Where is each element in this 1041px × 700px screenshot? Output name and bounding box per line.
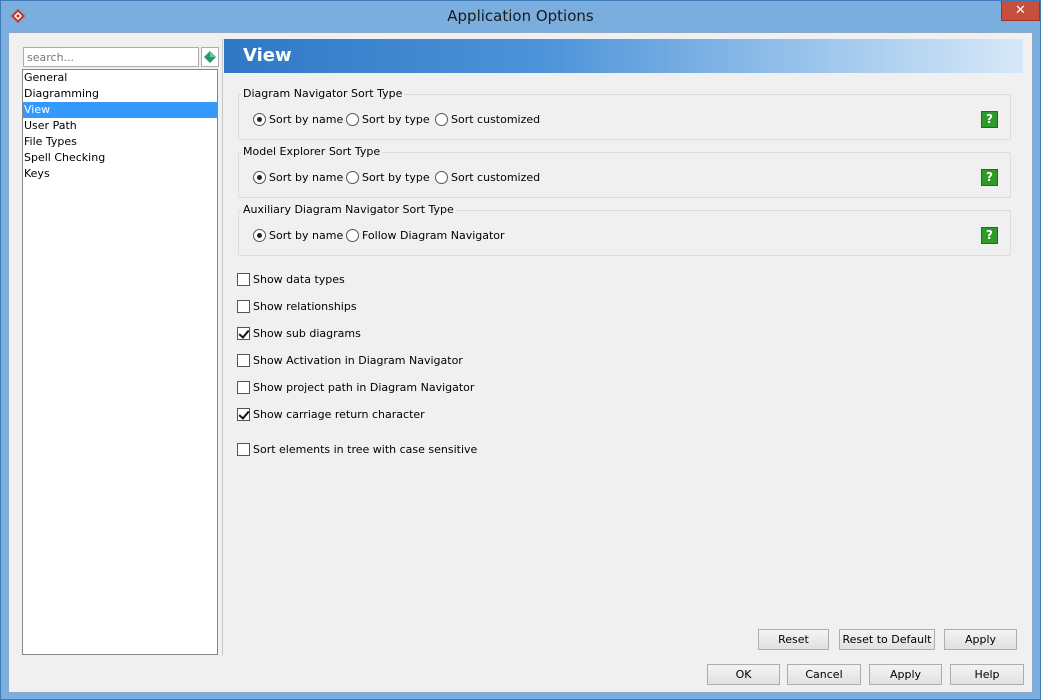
- radio-dot[interactable]: [435, 171, 448, 184]
- help-icon[interactable]: ?: [981, 169, 998, 186]
- radio-dot[interactable]: [253, 113, 266, 126]
- nav-item-keys[interactable]: Keys: [23, 166, 217, 182]
- help-icon[interactable]: ?: [981, 227, 998, 244]
- radio-follow-diagram-navigator[interactable]: Follow Diagram Navigator: [346, 229, 505, 243]
- checkbox-box[interactable]: [237, 408, 250, 421]
- radio-dot[interactable]: [346, 229, 359, 242]
- diamond-search-icon: [204, 51, 216, 63]
- radio-dot[interactable]: [346, 171, 359, 184]
- apply-button[interactable]: Apply: [869, 664, 942, 685]
- application-options-window: Application Options ✕ General Diagrammin…: [0, 0, 1041, 700]
- dialog-body: General Diagramming View User Path File …: [8, 32, 1033, 693]
- radio-label: Follow Diagram Navigator: [362, 229, 505, 242]
- panel-title: View: [243, 45, 292, 66]
- radio-label: Sort by name: [269, 229, 344, 242]
- radio-label: Sort by name: [269, 113, 344, 126]
- checkbox-box[interactable]: [237, 273, 250, 286]
- title-bar[interactable]: Application Options ✕: [1, 1, 1040, 32]
- radio-sort-customized[interactable]: Sort customized: [435, 113, 540, 127]
- nav-item-general[interactable]: General: [23, 70, 217, 86]
- help-icon[interactable]: ?: [981, 111, 998, 128]
- window-title: Application Options: [447, 7, 594, 25]
- panel-header: View: [224, 39, 1023, 73]
- nav-item-view[interactable]: View: [23, 102, 217, 118]
- ok-button[interactable]: OK: [707, 664, 780, 685]
- checkbox-label: Show carriage return character: [253, 408, 425, 421]
- checkbox-show-sub-diagrams[interactable]: Show sub diagrams: [237, 327, 361, 341]
- checkbox-show-project-path[interactable]: Show project path in Diagram Navigator: [237, 381, 474, 395]
- radio-label: Sort customized: [451, 171, 541, 184]
- checkbox-show-activation[interactable]: Show Activation in Diagram Navigator: [237, 354, 463, 368]
- radio-label: Sort by type: [362, 171, 430, 184]
- radio-label: Sort by type: [362, 113, 430, 126]
- checkbox-box[interactable]: [237, 443, 250, 456]
- nav-item-user-path[interactable]: User Path: [23, 118, 217, 134]
- checkbox-sort-case-sensitive[interactable]: Sort elements in tree with case sensitiv…: [237, 443, 477, 457]
- checkbox-show-carriage-return[interactable]: Show carriage return character: [237, 408, 425, 422]
- model-explorer-sort-group: Model Explorer Sort Type Sort by name So…: [238, 145, 1011, 198]
- checkbox-box[interactable]: [237, 354, 250, 367]
- group-title: Auxiliary Diagram Navigator Sort Type: [241, 203, 456, 217]
- checkbox-box[interactable]: [237, 327, 250, 340]
- checkbox-label: Show relationships: [253, 300, 357, 313]
- radio-label: Sort by name: [269, 171, 344, 184]
- radio-label: Sort customized: [451, 113, 541, 126]
- radio-dot[interactable]: [253, 171, 266, 184]
- checkbox-show-data-types[interactable]: Show data types: [237, 273, 345, 287]
- checkbox-label: Show sub diagrams: [253, 327, 361, 340]
- radio-sort-by-type[interactable]: Sort by type: [346, 171, 430, 185]
- radio-sort-by-name[interactable]: Sort by name: [253, 113, 343, 127]
- radio-sort-by-name[interactable]: Sort by name: [253, 171, 343, 185]
- checkbox-box[interactable]: [237, 381, 250, 394]
- radio-sort-by-type[interactable]: Sort by type: [346, 113, 430, 127]
- auxiliary-navigator-sort-group: Auxiliary Diagram Navigator Sort Type So…: [238, 203, 1011, 256]
- close-icon: ✕: [1015, 3, 1026, 18]
- close-button[interactable]: ✕: [1001, 1, 1040, 21]
- checkbox-label: Show project path in Diagram Navigator: [253, 381, 475, 394]
- nav-item-diagramming[interactable]: Diagramming: [23, 86, 217, 102]
- radio-dot[interactable]: [253, 229, 266, 242]
- radio-dot[interactable]: [435, 113, 448, 126]
- radio-dot[interactable]: [346, 113, 359, 126]
- checkbox-box[interactable]: [237, 300, 250, 313]
- category-list[interactable]: General Diagramming View User Path File …: [22, 69, 218, 655]
- diagram-navigator-sort-group: Diagram Navigator Sort Type Sort by name…: [238, 87, 1011, 140]
- panel-apply-button[interactable]: Apply: [944, 629, 1017, 650]
- group-title: Model Explorer Sort Type: [241, 145, 383, 159]
- checkbox-label: Show Activation in Diagram Navigator: [253, 354, 463, 367]
- cancel-button[interactable]: Cancel: [787, 664, 861, 685]
- help-button[interactable]: Help: [950, 664, 1024, 685]
- reset-to-default-button[interactable]: Reset to Default: [839, 629, 935, 650]
- nav-item-spell-checking[interactable]: Spell Checking: [23, 150, 217, 166]
- reset-button[interactable]: Reset: [758, 629, 829, 650]
- search-input[interactable]: [23, 47, 199, 67]
- radio-sort-customized[interactable]: Sort customized: [435, 171, 540, 185]
- radio-sort-by-name[interactable]: Sort by name: [253, 229, 343, 243]
- view-settings-panel: View Diagram Navigator Sort Type Sort by…: [222, 39, 1028, 656]
- group-title: Diagram Navigator Sort Type: [241, 87, 405, 101]
- checkbox-label: Sort elements in tree with case sensitiv…: [253, 443, 478, 456]
- nav-item-file-types[interactable]: File Types: [23, 134, 217, 150]
- checkbox-label: Show data types: [253, 273, 345, 286]
- checkbox-show-relationships[interactable]: Show relationships: [237, 300, 357, 314]
- search-button[interactable]: [201, 47, 219, 67]
